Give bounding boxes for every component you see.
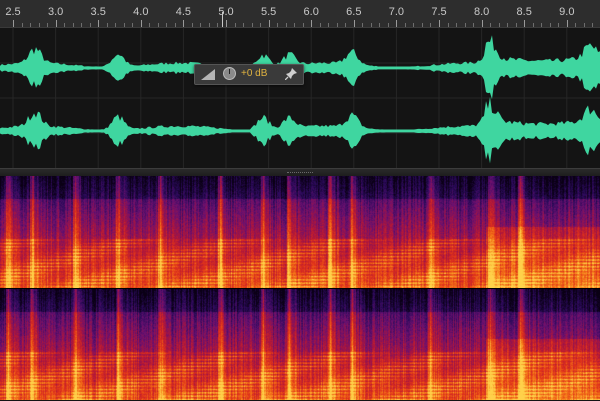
ruler-major-tick <box>524 20 526 27</box>
ruler-major-tick <box>439 20 440 27</box>
ruler-minor-tick <box>294 23 296 27</box>
ruler-minor-tick <box>379 23 381 27</box>
ruler-minor-tick <box>336 23 338 27</box>
ruler-minor-tick <box>30 23 32 27</box>
ruler-minor-tick <box>260 23 262 27</box>
ruler-minor-tick <box>64 23 66 27</box>
volume-knob-icon[interactable] <box>223 67 236 80</box>
ruler-minor-tick <box>583 23 585 27</box>
ruler-label: 5.5 <box>260 6 277 18</box>
playhead-indicator[interactable] <box>221 12 223 27</box>
timeline-ruler[interactable]: 2.5 3.0 3.5 4.0 4.5 5.0 5.5 6.0 6.5 7.0 7.5 8.0 8.5 9… <box>0 0 600 28</box>
ruler-minor-tick <box>421 23 423 27</box>
ruler-minor-tick <box>38 23 40 27</box>
ruler-minor-tick <box>302 23 304 27</box>
ruler-minor-tick <box>319 23 321 27</box>
ruler-major-tick <box>140 20 142 27</box>
ruler-minor-tick <box>558 23 560 27</box>
ruler-minor-tick <box>532 23 534 27</box>
ruler-minor-tick <box>456 23 458 27</box>
ruler-minor-tick <box>243 23 245 27</box>
volume-value[interactable]: +0 dB <box>241 68 267 79</box>
ruler-minor-tick <box>507 23 509 27</box>
ruler-minor-tick <box>430 23 432 27</box>
ruler-minor-tick <box>328 23 330 27</box>
ruler-label: 4.5 <box>175 6 192 18</box>
ruler-major-tick <box>566 20 568 27</box>
ruler-minor-tick <box>47 23 49 27</box>
spectrogram-bottom-channel[interactable] <box>0 288 600 401</box>
ruler-minor-tick <box>132 23 134 27</box>
ruler-minor-tick <box>592 23 594 27</box>
ruler-label: 7.0 <box>388 6 405 18</box>
spectrogram-top-channel[interactable] <box>0 176 600 288</box>
ruler-minor-tick <box>498 23 500 27</box>
ruler-minor-tick <box>191 23 193 27</box>
ruler-minor-tick <box>490 23 492 27</box>
ruler-minor-tick <box>89 23 91 27</box>
ruler-minor-tick <box>174 23 176 27</box>
waveform-bottom-channel[interactable] <box>0 96 600 164</box>
ruler-major-tick <box>98 20 100 27</box>
ruler-minor-tick <box>541 23 543 27</box>
splitter-grip[interactable] <box>287 172 313 175</box>
ruler-major-tick <box>183 20 185 27</box>
waveform-canvas[interactable] <box>0 28 600 168</box>
ruler-minor-tick <box>515 23 517 27</box>
ruler-minor-tick <box>370 23 372 27</box>
ruler-label: 8.5 <box>516 6 532 18</box>
ruler-label: 7.5 <box>431 6 447 18</box>
ruler-minor-tick <box>464 23 466 27</box>
heads-up-display: +0 dB <box>194 64 304 85</box>
ruler-minor-tick <box>251 23 253 27</box>
ruler-minor-tick <box>549 23 551 27</box>
ruler-label: 8.0 <box>473 6 490 18</box>
ruler-minor-tick <box>157 23 159 27</box>
ruler-minor-tick <box>81 23 83 27</box>
ruler-minor-tick <box>217 23 219 27</box>
ruler-minor-tick <box>345 23 347 27</box>
ruler-minor-tick <box>21 23 23 27</box>
ruler-major-tick <box>226 20 227 27</box>
ruler-minor-tick <box>72 23 74 27</box>
ruler-label: 6.5 <box>346 6 362 18</box>
ruler-label: 3.5 <box>90 6 106 18</box>
ruler-minor-tick <box>277 23 279 27</box>
ruler-minor-tick <box>387 23 389 27</box>
ruler-label: 6.0 <box>303 6 319 18</box>
ruler-minor-tick <box>285 23 287 27</box>
ruler-label: 2.5 <box>5 6 21 18</box>
ruler-minor-tick <box>362 23 364 27</box>
ruler-minor-tick <box>413 23 415 27</box>
ruler-minor-tick <box>234 23 236 27</box>
ruler-minor-tick <box>447 23 449 27</box>
ruler-minor-tick <box>149 23 151 27</box>
ruler-major-tick <box>268 20 270 27</box>
ruler-minor-tick <box>200 23 202 27</box>
ruler-minor-tick <box>166 23 168 27</box>
ruler-label: 5.0 <box>218 6 234 18</box>
ruler-major-tick <box>55 20 57 27</box>
waveform-display[interactable]: +0 dB <box>0 28 600 168</box>
ruler-minor-tick <box>575 23 577 27</box>
ruler-label: 9.0 <box>559 6 575 18</box>
ruler-minor-tick <box>115 23 117 27</box>
ruler-minor-tick <box>404 23 406 27</box>
ruler-minor-tick <box>208 23 210 27</box>
ruler-label: 3.0 <box>47 6 64 18</box>
ruler-major-tick <box>311 20 313 27</box>
ruler-major-tick <box>396 20 398 27</box>
spectral-frequency-display[interactable] <box>0 176 600 400</box>
ruler-minor-tick <box>473 23 475 27</box>
ruler-label: 4.0 <box>133 6 149 18</box>
ruler-major-tick <box>353 20 355 27</box>
ruler-major-tick <box>481 20 483 27</box>
ruler-minor-tick <box>123 23 125 27</box>
ruler-major-tick <box>13 20 14 27</box>
ruler-minor-tick <box>106 23 108 27</box>
